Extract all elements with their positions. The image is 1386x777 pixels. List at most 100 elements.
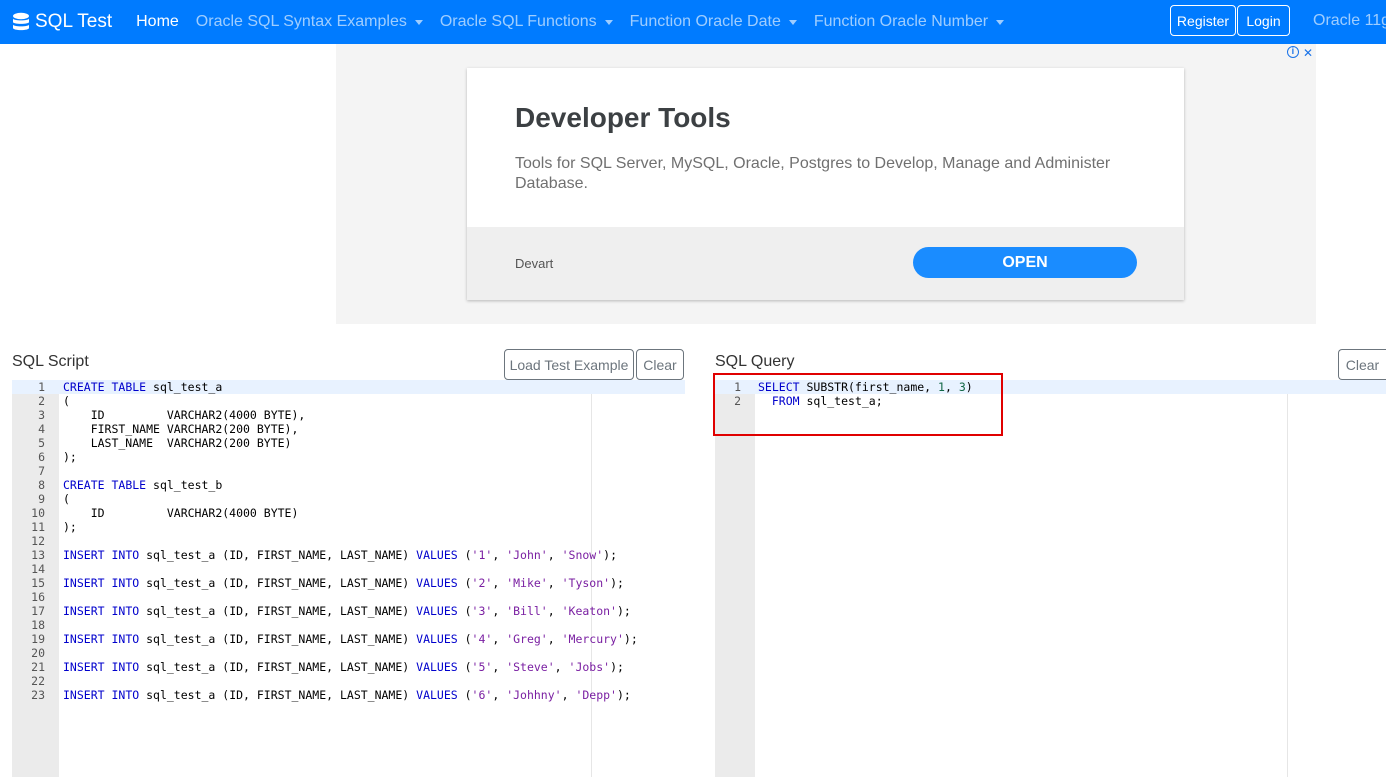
code-line: 23 INSERT INTO sql_test_a (ID, FIRST_NAME… [12, 688, 685, 702]
code-line: 7 [12, 464, 685, 478]
code-text: SELECT SUBSTR(first_name, 1, 3) [758, 380, 973, 394]
sql-query-title: SQL Query [715, 353, 795, 370]
advertisement: i ✕ Developer Tools Tools for SQL Server… [336, 44, 1316, 324]
code-line: 6); [12, 450, 685, 464]
line-number: 1 [38, 380, 45, 394]
chevron-down-icon [414, 19, 423, 25]
code-text: INSERT INTO sql_test_a (ID, FIRST_NAME, … [63, 604, 631, 618]
line-number: 19 [31, 632, 45, 646]
code-line: 17 INSERT INTO sql_test_a (ID, FIRST_NAME… [12, 604, 685, 618]
sql-script-editor[interactable]: 1 CREATE TABLE sql_test_a 2(3 ID VARCHAR2(… [12, 380, 685, 777]
clear-script-button[interactable]: Clear [636, 349, 684, 380]
nav-number-functions-label: Function Oracle Number [813, 13, 989, 30]
chevron-down-icon [604, 19, 613, 25]
code-line: 19 INSERT INTO sql_test_a (ID, FIRST_NAME… [12, 632, 685, 646]
line-number: 22 [31, 674, 45, 688]
code-line: 14 [12, 562, 685, 576]
code-line: 15 INSERT INTO sql_test_a (ID, FIRST_NAME… [12, 576, 685, 590]
ad-title: Developer Tools [515, 102, 731, 133]
ad-card[interactable]: Developer Tools Tools for SQL Server, My… [467, 68, 1184, 300]
code-line: 12 [12, 534, 685, 548]
code-text: INSERT INTO sql_test_a (ID, FIRST_NAME, … [63, 660, 624, 674]
brand-label: SQL Test [35, 11, 113, 32]
code-text: ); [63, 450, 77, 464]
code-text: FROM sql_test_a; [771, 394, 883, 408]
close-icon[interactable]: ✕ [1303, 46, 1313, 60]
nav-sql-functions-label: Oracle SQL Functions [439, 13, 597, 30]
code-text: CREATE TABLE sql_test_a [63, 380, 223, 394]
line-number: 17 [31, 604, 45, 618]
nav-syntax-examples-dropdown[interactable]: Oracle SQL Syntax Examples [196, 13, 423, 31]
brand-link[interactable]: SQL Test [12, 11, 112, 33]
sql-query-editor[interactable]: 1 SELECT SUBSTR(first_name, 1, 3) 2 FROM s… [715, 380, 1386, 777]
line-number: 12 [31, 534, 45, 548]
line-number: 2 [38, 394, 45, 408]
code-line: 9( [12, 492, 685, 506]
nav-home-label: Home [136, 13, 179, 30]
code-line: 13 INSERT INTO sql_test_a (ID, FIRST_NAME… [12, 548, 685, 562]
ad-footer: Devart OPEN [467, 227, 1184, 300]
code-line: 5 LAST_NAME VARCHAR2(200 BYTE) [12, 436, 685, 450]
code-text: ( [63, 394, 70, 408]
line-number: 21 [31, 660, 45, 674]
ad-controls: i ✕ [1286, 46, 1313, 60]
code-line: 8 CREATE TABLE sql_test_b [12, 478, 685, 492]
load-test-example-button[interactable]: Load Test Example [504, 349, 634, 380]
ad-sponsor: Devart [515, 256, 554, 271]
code-line: 2 FROM sql_test_a; [715, 394, 1386, 408]
line-number: 5 [38, 436, 45, 450]
code-text: INSERT INTO sql_test_a (ID, FIRST_NAME, … [63, 688, 631, 702]
clear-query-button[interactable]: Clear [1338, 349, 1386, 380]
line-number: 3 [38, 408, 45, 422]
ad-description: Tools for SQL Server, MySQL, Oracle, Pos… [515, 155, 1111, 192]
line-number: 20 [31, 646, 45, 660]
nav-date-functions-dropdown[interactable]: Function Oracle Date [630, 13, 797, 31]
chevron-down-icon [996, 19, 1005, 25]
code-lines: 1 CREATE TABLE sql_test_a 2(3 ID VARCHAR2(… [12, 380, 685, 702]
login-button[interactable]: Login [1237, 5, 1290, 36]
sql-script-title: SQL Script [12, 353, 89, 370]
code-text: ( [63, 492, 70, 506]
nav-date-functions-label: Function Oracle Date [629, 13, 781, 30]
code-text: INSERT INTO sql_test_a (ID, FIRST_NAME, … [63, 548, 617, 562]
line-number: 7 [38, 464, 45, 478]
line-number: 18 [31, 618, 45, 632]
line-number: 13 [31, 548, 45, 562]
code-text: FIRST_NAME VARCHAR2(200 BYTE), [63, 422, 299, 436]
code-text: CREATE TABLE sql_test_b [63, 478, 223, 492]
code-text: ID VARCHAR2(4000 BYTE) [63, 506, 299, 520]
line-number: 10 [31, 506, 45, 520]
code-text: INSERT INTO sql_test_a (ID, FIRST_NAME, … [63, 576, 624, 590]
code-line: 11); [12, 520, 685, 534]
line-number: 1 [734, 380, 741, 394]
info-icon[interactable]: i [1286, 46, 1299, 58]
register-button[interactable]: Register [1170, 5, 1236, 36]
top-navbar: SQL Test Home Oracle SQL Syntax Examples… [0, 0, 1386, 44]
code-line: 16 [12, 590, 685, 604]
line-number-gutter [715, 380, 755, 777]
line-number: 16 [31, 590, 45, 604]
line-number: 9 [38, 492, 45, 506]
code-line: 22 [12, 674, 685, 688]
code-line: 10 ID VARCHAR2(4000 BYTE) [12, 506, 685, 520]
database-icon [13, 12, 29, 31]
ad-open-button[interactable]: OPEN [913, 247, 1137, 278]
code-line: 20 [12, 646, 685, 660]
nav-home[interactable]: Home [136, 13, 179, 31]
code-lines: 1 SELECT SUBSTR(first_name, 1, 3) 2 FROM s… [715, 380, 1386, 408]
nav-syntax-examples-label: Oracle SQL Syntax Examples [195, 13, 407, 30]
line-number: 4 [38, 422, 45, 436]
print-margin [1287, 394, 1288, 777]
db-version-dropdown[interactable]: Oracle 11g [1313, 12, 1386, 30]
code-line: 18 [12, 618, 685, 632]
line-number: 6 [38, 450, 45, 464]
code-text: ID VARCHAR2(4000 BYTE), [63, 408, 306, 422]
nav-number-functions-dropdown[interactable]: Function Oracle Number [813, 13, 1005, 31]
code-line: 2( [12, 394, 685, 408]
line-number: 14 [31, 562, 45, 576]
code-text: INSERT INTO sql_test_a (ID, FIRST_NAME, … [63, 632, 638, 646]
nav-sql-functions-dropdown[interactable]: Oracle SQL Functions [440, 13, 613, 31]
line-number: 11 [31, 520, 45, 534]
code-line: 1 CREATE TABLE sql_test_a [12, 380, 685, 394]
line-number: 2 [734, 394, 741, 408]
